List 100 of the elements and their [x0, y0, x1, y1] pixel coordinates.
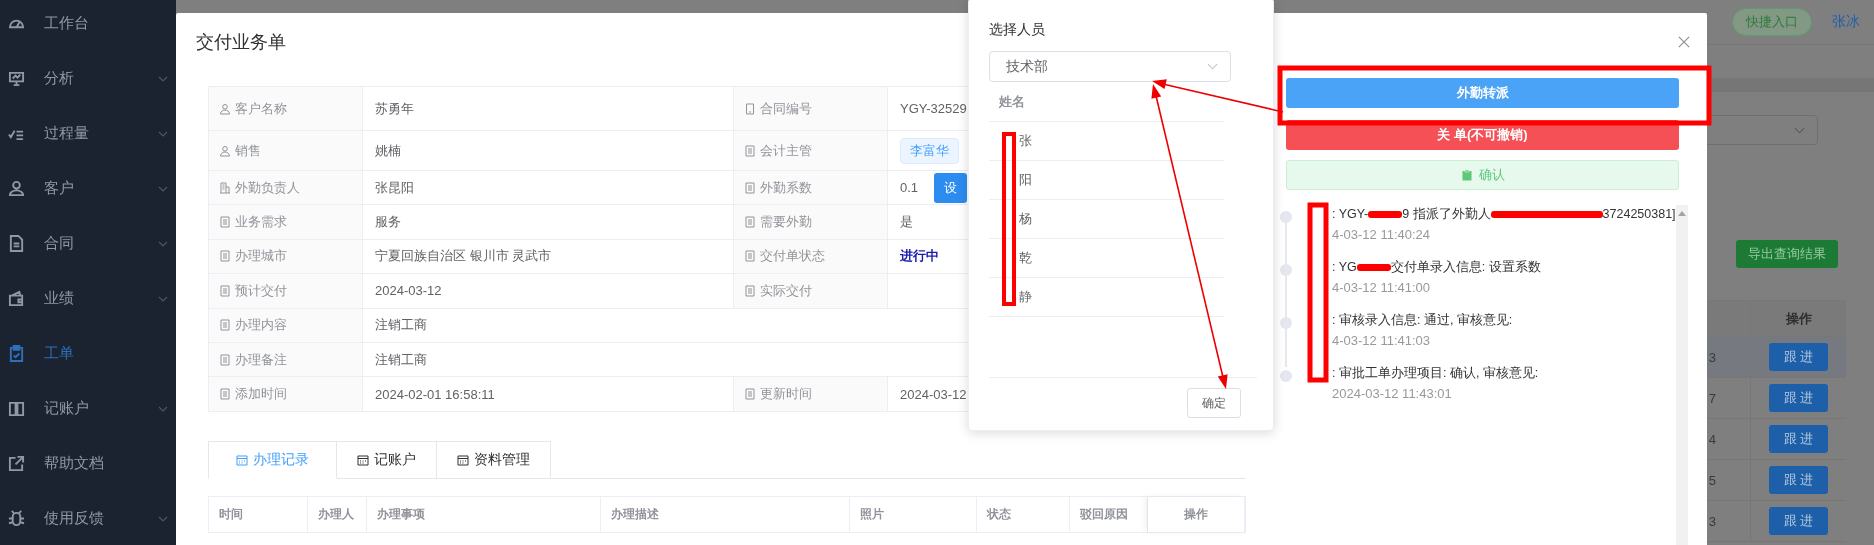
field-value: 注销工商 [375, 350, 427, 369]
tab[interactable]: 资料管理 [437, 440, 551, 479]
external-link-icon [8, 455, 25, 472]
field-label: 需要外勤 [734, 205, 888, 240]
person-tag: 李富华 [900, 137, 959, 164]
follow-up-button[interactable]: 跟 进 [1769, 466, 1828, 494]
export-button[interactable]: 导出查询结果 [1736, 240, 1838, 268]
log-time: 4-03-12 11:40:24 [1332, 227, 1432, 242]
doc-icon [219, 250, 231, 263]
clipboard-icon [1460, 169, 1473, 181]
redaction-mark [1368, 211, 1403, 219]
table-cell: 5 [1708, 472, 1716, 488]
sidebar-item[interactable]: 工单 [0, 326, 176, 381]
calendar-icon [457, 453, 469, 466]
follow-up-button[interactable]: 跟 进 [1769, 384, 1828, 412]
field-value: 姚楠 [375, 141, 401, 160]
sidebar-item[interactable]: 帮助文档 [0, 436, 176, 491]
field-label: 添加时间 [209, 377, 363, 412]
redaction-mark [1356, 264, 1391, 272]
field-value: 张昆阳 [375, 178, 414, 197]
field-label: 更新时间 [734, 377, 888, 412]
table-cell: 7 [1708, 390, 1716, 406]
follow-up-button[interactable]: 跟 进 [1769, 425, 1828, 453]
column-header: 操作 [1785, 309, 1812, 328]
doc-icon [219, 353, 231, 366]
doc-icon [744, 216, 756, 229]
sidebar-item[interactable]: 合同 [0, 216, 176, 271]
book-icon [8, 400, 25, 417]
document-icon [8, 235, 25, 252]
column-header: 操作 [1184, 505, 1208, 523]
table-cell: 3 [1708, 513, 1716, 529]
field-value: 2024-02-01 16:58:11 [375, 386, 495, 402]
tab[interactable]: 记账户 [337, 440, 437, 479]
field-value: 0.1 [900, 180, 919, 196]
field-value: 宁夏回族自治区 银川市 灵武市 [375, 247, 552, 266]
log-time: 2024-03-12 11:43:01 [1332, 386, 1453, 401]
field-value: 2024-03-12 [900, 386, 967, 402]
close-icon[interactable] [1678, 35, 1690, 48]
column-header: 时间 [219, 505, 243, 523]
column-header: 办理事项 [377, 505, 425, 523]
person-icon [219, 144, 231, 157]
building-icon [219, 181, 231, 194]
log-time: 4-03-12 11:41:00 [1332, 280, 1432, 295]
person-row[interactable]: 静 [989, 278, 1224, 317]
person-row[interactable]: 杨 [989, 200, 1224, 239]
calendar-icon [236, 453, 248, 466]
sidebar-item[interactable]: 使用反馈 [0, 491, 176, 545]
log-entry: : YGY- 9 指派了外勤人 3724250381] [1332, 206, 1676, 223]
column-header: 状态 [987, 505, 1011, 523]
field-label: 外勤负责人 [209, 171, 363, 206]
dialog-title: 交付业务单 [196, 30, 286, 54]
column-header: 姓名 [999, 92, 1025, 111]
person-icon [8, 180, 25, 197]
person-row[interactable]: 阳 [989, 161, 1224, 200]
field-label: 客户名称 [209, 87, 363, 131]
sidebar-item[interactable]: 过程量 [0, 106, 176, 161]
calendar-icon [357, 453, 369, 466]
person-icon [219, 102, 231, 115]
log-time: 4-03-12 11:41:03 [1332, 333, 1432, 348]
tablet-icon [744, 102, 756, 115]
sidebar-item[interactable]: 工作台 [0, 0, 176, 51]
field-label: 销售 [209, 131, 363, 171]
department-select[interactable]: 技术部 [989, 51, 1231, 82]
follow-up-button[interactable]: 跟 进 [1769, 343, 1828, 371]
table-cell: 3 [1708, 349, 1716, 365]
field-label: 业务需求 [209, 205, 363, 240]
sidebar-item[interactable]: 业绩 [0, 271, 176, 326]
doc-icon [744, 388, 756, 401]
chevron-icon [1207, 63, 1218, 70]
tab[interactable]: 办理记录 [208, 440, 337, 479]
follow-up-button[interactable]: 跟 进 [1769, 507, 1828, 535]
field-label: 交付单状态 [734, 239, 888, 275]
scrollbar[interactable] [1675, 205, 1688, 545]
log-entry: : 审批工单办理项目: 确认, 审核意见: [1332, 365, 1540, 382]
doc-icon [744, 181, 756, 194]
popover-title: 选择人员 [989, 21, 1045, 39]
confirm-button[interactable]: 确定 [1187, 388, 1241, 418]
field-value: 苏勇年 [375, 99, 414, 118]
sidebar-item[interactable]: 记账户 [0, 381, 176, 436]
doc-icon [744, 250, 756, 263]
doc-icon [219, 216, 231, 229]
field-value: 是 [900, 213, 913, 232]
field-label: 实际交付 [734, 274, 888, 309]
clipboard-icon [8, 345, 25, 362]
doc-icon [219, 388, 231, 401]
field-label: 预计交付 [209, 274, 363, 309]
field-value: 2024-03-12 [375, 283, 442, 299]
set-button[interactable]: 设 [934, 172, 968, 203]
person-row[interactable]: 张 [989, 122, 1224, 161]
doc-icon [219, 284, 231, 297]
sidebar-item[interactable]: 客户 [0, 161, 176, 216]
person-row[interactable]: 乾 [989, 239, 1224, 278]
column-header: 照片 [860, 505, 884, 523]
column-header: 驳回原因 [1080, 505, 1128, 523]
scroll-up-icon[interactable] [1677, 211, 1686, 216]
field-label: 办理备注 [209, 342, 363, 378]
sidebar-item[interactable]: 分析 [0, 51, 176, 106]
field-label: 合同编号 [734, 87, 888, 131]
wallet-icon [8, 290, 25, 307]
field-label: 会计主管 [734, 131, 888, 171]
